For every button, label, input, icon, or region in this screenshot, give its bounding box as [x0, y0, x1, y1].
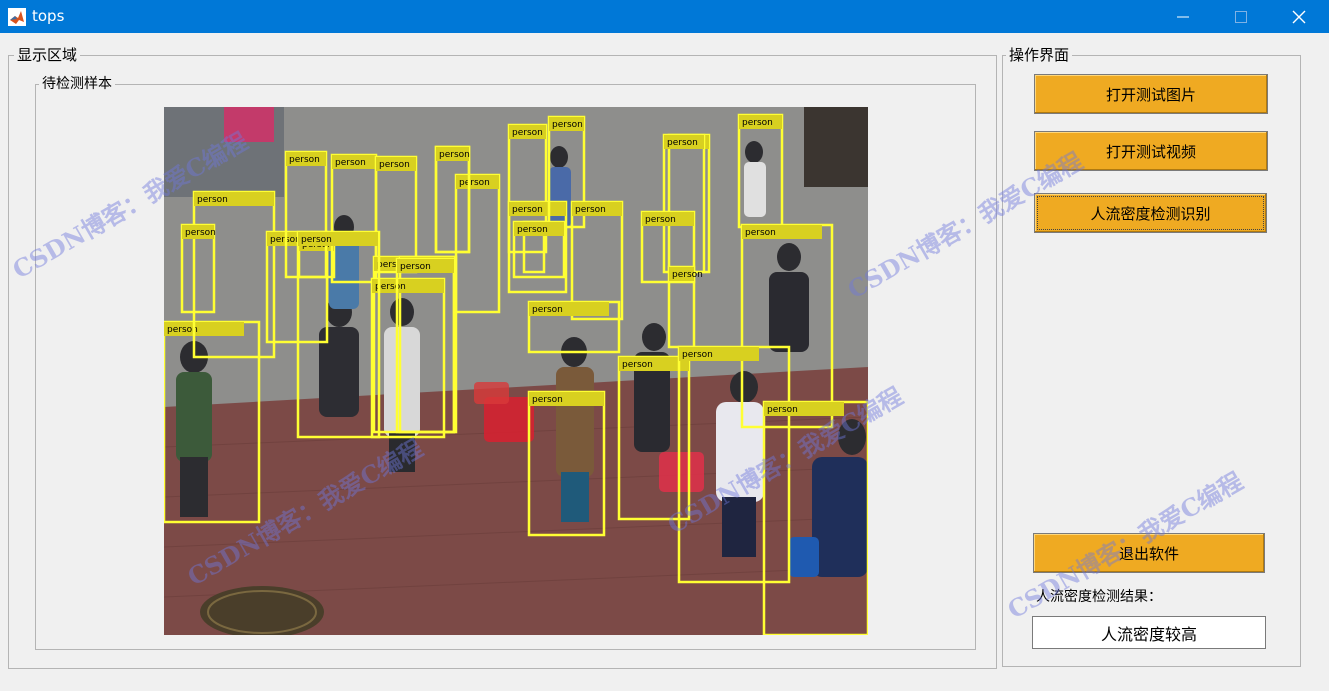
title-bar[interactable]: tops	[0, 0, 1329, 33]
detection-label: person	[517, 225, 548, 235]
detection-label: person	[400, 262, 431, 272]
display-panel-title: 显示区域	[14, 46, 81, 64]
detection-label: person	[682, 350, 713, 360]
detection-label: person	[301, 235, 332, 245]
open-test-image-button[interactable]: 打开测试图片	[1034, 74, 1268, 114]
matlab-icon	[8, 8, 26, 26]
detection-label: person	[622, 360, 653, 370]
detection-label: person	[667, 138, 698, 148]
open-test-video-button[interactable]: 打开测试视频	[1034, 131, 1268, 171]
maximize-button[interactable]	[1212, 0, 1270, 33]
detection-label: person	[439, 150, 470, 160]
result-value: 人流密度较高	[1032, 616, 1266, 649]
close-button[interactable]	[1270, 0, 1328, 33]
detection-label: person	[532, 395, 563, 405]
detection-label: person	[197, 195, 228, 205]
minimize-button[interactable]	[1154, 0, 1212, 33]
detection-label: person	[672, 270, 703, 280]
detection-label: person	[289, 155, 320, 165]
window-title: tops	[32, 7, 65, 25]
detection-label: person	[767, 405, 798, 415]
detection-label: person	[335, 158, 366, 168]
detection-label: person	[512, 128, 543, 138]
sample-panel-title: 待检测样本	[39, 75, 115, 93]
result-label: 人流密度检测结果：	[1036, 589, 1162, 605]
detection-label: person	[552, 120, 583, 130]
detection-label: person	[575, 205, 606, 215]
exit-software-button[interactable]: 退出软件	[1033, 533, 1265, 573]
detection-label: person	[459, 178, 490, 188]
crowd-density-detect-button[interactable]: 人流密度检测识别	[1034, 193, 1267, 233]
operations-panel-title: 操作界面	[1006, 46, 1073, 64]
detection-label: person	[512, 205, 543, 215]
minimize-icon	[1177, 16, 1189, 17]
detection-label: person	[645, 215, 676, 225]
crowd-scene: person person person person person person pers…	[164, 107, 868, 635]
detection-label: person	[532, 305, 563, 315]
maximize-icon	[1235, 10, 1247, 23]
close-icon	[1292, 10, 1306, 23]
detection-label: person	[742, 118, 773, 128]
detection-image: person person person person person person pers…	[164, 107, 868, 635]
detection-label: person	[745, 228, 776, 238]
detection-label: person	[379, 160, 410, 170]
detection-label: person	[185, 228, 216, 238]
